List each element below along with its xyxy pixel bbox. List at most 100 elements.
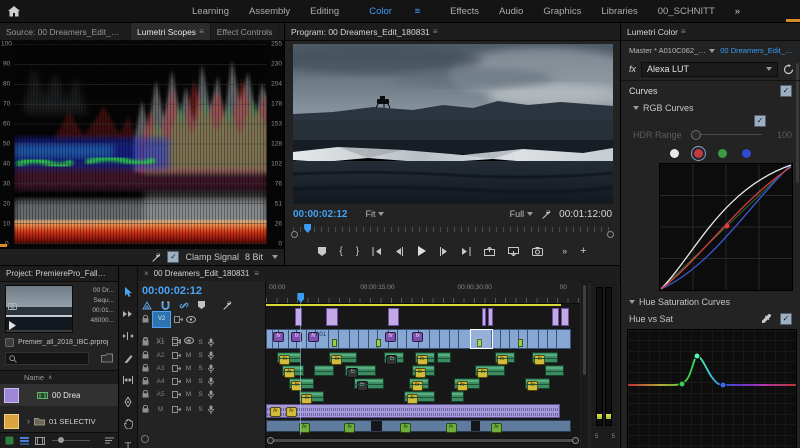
insert-patch-icon[interactable]	[174, 316, 183, 323]
hue-vs-sat-graph[interactable]	[627, 329, 797, 448]
timeline-clip-audio[interactable]: fx	[415, 352, 435, 363]
lock-icon[interactable]	[142, 315, 149, 323]
transport-overflow-button[interactable]: »	[562, 246, 567, 256]
timeline-clip-audio[interactable]: fx	[345, 365, 376, 376]
timeline-clip-audio[interactable]	[437, 352, 451, 363]
voiceover-mic-icon[interactable]	[208, 351, 214, 360]
channel-dot-blue[interactable]	[742, 149, 751, 158]
timeline-clip-audio[interactable]	[545, 365, 564, 376]
project-item-bin[interactable]: › 01 SELECTIV	[0, 410, 118, 432]
timeline-clip-audio[interactable]: fx	[404, 391, 434, 402]
panel-scrollbar[interactable]	[796, 63, 799, 183]
timeline-clip-audio[interactable]: fx	[299, 391, 324, 402]
lut-select[interactable]: Alexa LUT	[641, 62, 778, 77]
lock-icon[interactable]	[142, 405, 149, 413]
hscroll-left-handle[interactable]	[267, 437, 274, 444]
fx-badge[interactable]: fx	[412, 332, 423, 342]
timeline-clip-audio[interactable]: fx	[409, 378, 429, 389]
workspace-tab-libraries[interactable]: Libraries	[591, 6, 647, 17]
track-header-a3[interactable]: A3MS	[138, 362, 265, 374]
type-tool[interactable]: T	[121, 438, 135, 448]
new-bin-icon[interactable]	[101, 353, 113, 363]
workspace-tab-graphics[interactable]: Graphics	[533, 6, 591, 17]
solo-button[interactable]: S	[196, 352, 205, 359]
sequence-clip-label[interactable]: 00 Dreamers_Edit_180831...	[720, 46, 794, 55]
curves-enable-checkbox[interactable]: ✓	[780, 85, 792, 97]
extract-button[interactable]	[508, 247, 519, 256]
timeline-clip-audio[interactable]: fx	[454, 378, 479, 389]
track-height-scroll-handle[interactable]	[141, 435, 149, 443]
expand-chevron-icon[interactable]: ›	[27, 416, 30, 426]
home-icon[interactable]	[8, 6, 20, 17]
solo-button[interactable]: S	[196, 339, 205, 346]
timeline-clip-audio[interactable]	[314, 365, 334, 376]
timeline-clip-audio[interactable]: fx	[329, 352, 357, 363]
timeline-clip-audio[interactable]: fx	[412, 365, 434, 376]
track-lane-a1[interactable]: fxfxfxfxfxfx	[266, 351, 580, 364]
hue-vs-sat-enable-checkbox[interactable]: ✓	[780, 313, 792, 325]
fx-badge[interactable]: fx	[344, 423, 355, 433]
workspace-tab-effects[interactable]: Effects	[440, 6, 489, 17]
project-file-row[interactable]: Premier_all_2018_IBC.prproj	[5, 336, 114, 348]
lock-icon[interactable]	[142, 377, 149, 385]
hue-saturation-curves-header[interactable]: Hue Saturation Curves	[629, 295, 792, 308]
timeline-clip-audio[interactable]: fx	[384, 352, 404, 363]
rgb-curves-enable-checkbox[interactable]: ✓	[754, 115, 766, 127]
timeline-vscroll[interactable]	[581, 281, 588, 448]
tab-effect-controls[interactable]: Effect Controls	[211, 23, 280, 40]
track-header-a1[interactable]: A1MS	[138, 336, 265, 348]
timeline-hscroll[interactable]	[270, 438, 576, 443]
track-header-a2[interactable]: A2MS	[138, 349, 265, 361]
panel-menu-icon[interactable]: ≡	[199, 27, 204, 36]
add-marker-icon[interactable]	[198, 301, 205, 309]
timeline-clip-video[interactable]	[488, 308, 494, 326]
track-name[interactable]: M	[152, 406, 169, 413]
insert-patch-icon[interactable]	[172, 352, 181, 359]
track-header-a5[interactable]: A5MS	[138, 388, 265, 400]
rgb-curve-graph[interactable]	[659, 163, 793, 291]
lock-icon[interactable]	[142, 338, 149, 346]
track-name[interactable]: A5	[152, 391, 169, 398]
audio-meters[interactable]: 55	[591, 281, 619, 448]
tab-lumetri-color[interactable]: Lumetri Color≡	[621, 23, 692, 40]
scope-settings-wrench-icon[interactable]	[151, 252, 161, 262]
chevron-down-icon[interactable]	[378, 212, 384, 216]
fx-badge[interactable]: fx	[286, 407, 297, 417]
track-lane-a2[interactable]: fxfxfxfx	[266, 364, 580, 377]
voiceover-mic-icon[interactable]	[208, 377, 214, 386]
panel-menu-icon[interactable]: ≡	[433, 27, 438, 36]
scrubber-left-handle[interactable]	[291, 231, 298, 238]
insert-patch-icon[interactable]	[172, 378, 181, 385]
solo-button[interactable]: S	[196, 378, 205, 385]
export-frame-button[interactable]	[532, 247, 543, 256]
close-icon[interactable]: ×	[144, 269, 149, 278]
project-preview-thumbnail[interactable]	[5, 285, 73, 333]
timeline-clip-audio[interactable]: fx	[495, 352, 515, 363]
step-back-button[interactable]	[395, 247, 404, 256]
fx-badge[interactable]: fx	[446, 423, 457, 433]
hand-tool[interactable]	[121, 416, 135, 432]
master-clip-select[interactable]: Master * A010C062_160517...	[629, 46, 706, 55]
track-lane-a3[interactable]: fxfxfxfxfx	[266, 377, 580, 390]
step-forward-button[interactable]	[439, 247, 448, 256]
channel-dot-green[interactable]	[718, 149, 727, 158]
timeline-clip-submix[interactable]: fxfxfxfxfx	[266, 420, 571, 432]
fx-badge[interactable]: fx	[491, 423, 502, 433]
workspace-overflow-button[interactable]: »	[725, 6, 750, 17]
button-editor-plus[interactable]: +	[580, 245, 586, 257]
timeline-clip-audio[interactable]: fx	[532, 352, 558, 363]
label-swatch-purple[interactable]	[4, 388, 19, 403]
track-select-forward-tool[interactable]	[121, 306, 135, 322]
track-header-m[interactable]: MMS	[138, 403, 265, 415]
workspace-tab-schnitt[interactable]: 00_SCHNITT	[648, 6, 725, 17]
selected-clip-outline[interactable]	[470, 329, 493, 349]
voiceover-mic-icon[interactable]	[208, 390, 214, 399]
track-output-eye-icon[interactable]	[186, 316, 196, 323]
voiceover-mic-icon[interactable]	[208, 405, 214, 414]
razor-tool[interactable]	[121, 350, 135, 366]
solo-button[interactable]: S	[196, 391, 205, 398]
timeline-clip-audio[interactable]: fx	[277, 352, 301, 363]
insert-patch-icon[interactable]	[172, 391, 181, 398]
selection-tool[interactable]	[121, 284, 135, 300]
channel-dot-red-selected[interactable]	[694, 149, 703, 158]
